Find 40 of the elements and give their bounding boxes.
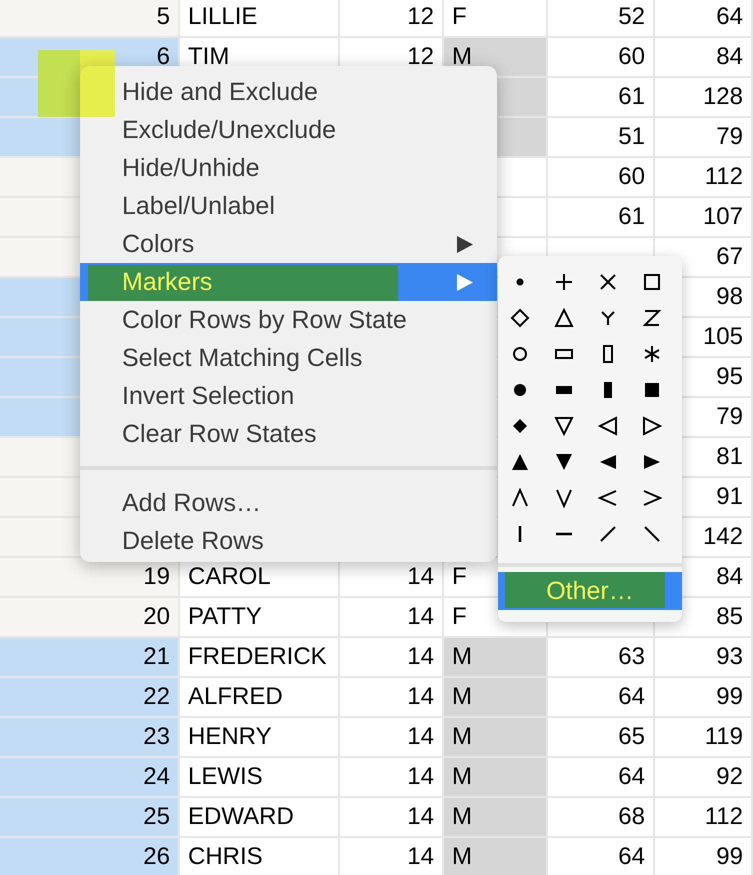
table-cell: 51 [548, 118, 655, 158]
table-cell: 84 [655, 38, 753, 78]
table-cell: 68 [548, 798, 655, 838]
table-cell: M [444, 678, 548, 718]
table-cell: HENRY [180, 718, 340, 758]
table-cell: 92 [655, 758, 753, 798]
table-cell: CHRIS [180, 838, 340, 875]
table-cell: 112 [655, 798, 753, 838]
table-cell: LILLIE [180, 0, 340, 38]
table-cell: M [444, 718, 548, 758]
table-cell: 99 [655, 838, 753, 875]
table-cell: 119 [655, 718, 753, 758]
table-cell: LEWIS [180, 758, 340, 798]
table-cell: 60 [548, 158, 655, 198]
table-cell: M [444, 758, 548, 798]
table-cell: 65 [548, 718, 655, 758]
table-cell: 112 [655, 158, 753, 198]
table-cell: 93 [655, 638, 753, 678]
table-cell: M [444, 838, 548, 875]
table-cell: 107 [655, 198, 753, 238]
table-cell: PATTY [180, 598, 340, 638]
table-cell: 63 [548, 638, 655, 678]
table-cell: 12 [340, 0, 444, 38]
table-cell: 64 [548, 678, 655, 718]
table-cell: M [444, 798, 548, 838]
table-cell: ALFRED [180, 678, 340, 718]
table-cell: 64 [548, 838, 655, 875]
table-cell: 61 [548, 78, 655, 118]
table-cell: 79 [655, 118, 753, 158]
table-cell: M [444, 638, 548, 678]
table-cell: 99 [655, 678, 753, 718]
table-cell: 14 [340, 598, 444, 638]
table-cell: EDWARD [180, 798, 340, 838]
table-cell: 128 [655, 78, 753, 118]
table-cell: 60 [548, 38, 655, 78]
table-cell: FREDERICK [180, 638, 340, 678]
table-cell: 64 [655, 0, 753, 38]
table-cell: 61 [548, 198, 655, 238]
table-cell: 64 [548, 758, 655, 798]
table-cell: 52 [548, 0, 655, 38]
